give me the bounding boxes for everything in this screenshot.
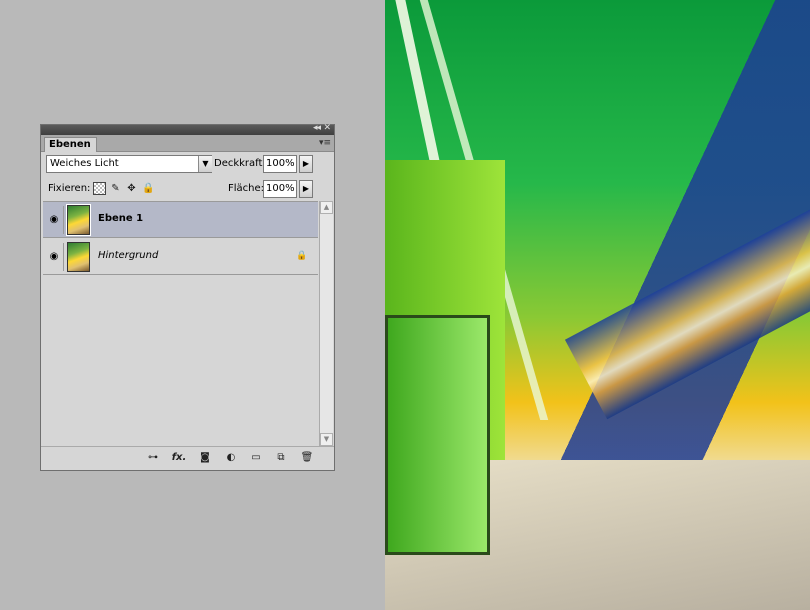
layer-thumbnail[interactable] (67, 242, 90, 272)
panel-menu-icon[interactable]: ▾≡ (319, 138, 331, 148)
opacity-label: Deckkraft: (214, 158, 266, 169)
opacity-slider-button[interactable]: ▶ (299, 155, 313, 173)
collapse-icon[interactable]: ◂◂ (313, 123, 321, 133)
fill-label: Fläche: (228, 183, 265, 194)
canvas-train-streak (564, 170, 810, 420)
lock-pixels-icon[interactable]: ✎ (109, 182, 122, 195)
eye-icon[interactable]: ◉ (45, 243, 64, 271)
blend-mode-select[interactable]: Weiches Licht (46, 155, 212, 173)
layers-panel: ◂◂ ✕ Ebenen ▾≡ Weiches Licht ▼ Deckkraft… (40, 123, 335, 471)
mask-icon[interactable]: ◙ (197, 451, 213, 465)
tab-ebenen[interactable]: Ebenen (44, 137, 97, 152)
layers-list: ◉ Ebene 1 ◉ Hintergrund 🔒 (43, 201, 318, 446)
layer-row-hintergrund[interactable]: ◉ Hintergrund 🔒 (43, 239, 318, 275)
new-layer-icon[interactable]: ⧉ (273, 451, 289, 465)
layers-bottom-toolbar: ⊶ fx. ◙ ◐ ▭ ⧉ 🗑 (41, 446, 334, 470)
lock-label: Fixieren: (48, 183, 91, 194)
layer-row-ebene-1[interactable]: ◉ Ebene 1 (43, 202, 318, 238)
eye-icon[interactable]: ◉ (45, 206, 64, 234)
lock-position-icon[interactable]: ✥ (125, 182, 138, 195)
folder-icon[interactable]: ▭ (248, 451, 264, 465)
fill-input[interactable]: 100% (263, 180, 297, 198)
fx-icon[interactable]: fx. (171, 451, 187, 465)
fill-slider-button[interactable]: ▶ (299, 180, 313, 198)
blend-opacity-row: Weiches Licht ▼ Deckkraft: 100% ▶ (46, 155, 331, 173)
trash-icon[interactable]: 🗑 (299, 451, 315, 465)
layer-name[interactable]: Hintergrund (98, 250, 158, 261)
layer-thumbnail[interactable] (66, 204, 91, 236)
lock-all-icon[interactable]: 🔒 (142, 182, 155, 195)
opacity-input[interactable]: 100% (263, 155, 297, 173)
scroll-up-icon[interactable]: ▲ (320, 201, 333, 214)
link-icon[interactable]: ⊶ (145, 451, 161, 465)
chevron-down-icon[interactable]: ▼ (198, 156, 212, 172)
layers-scrollbar[interactable]: ▲ ▼ (319, 201, 333, 446)
scroll-down-icon[interactable]: ▼ (320, 433, 333, 446)
tab-bar: Ebenen ▾≡ (41, 135, 334, 152)
close-icon[interactable]: ✕ (323, 123, 331, 133)
canvas-glass-panel (385, 315, 490, 555)
lock-icon: 🔒 (296, 251, 308, 261)
adjustment-icon[interactable]: ◐ (223, 451, 239, 465)
document-canvas[interactable] (385, 0, 810, 610)
lock-transparency-icon[interactable] (93, 182, 106, 195)
lock-fill-row: Fixieren: ✎ ✥ 🔒 Fläche: 100% ▶ (46, 180, 331, 198)
layer-name[interactable]: Ebene 1 (98, 213, 143, 224)
panel-title-bar[interactable]: ◂◂ ✕ (41, 123, 334, 135)
